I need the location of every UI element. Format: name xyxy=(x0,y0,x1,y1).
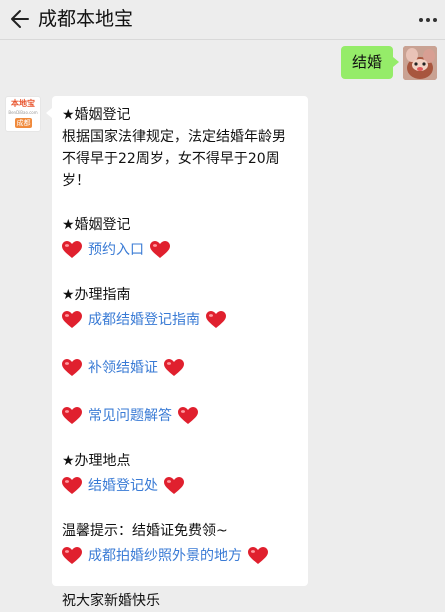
bot-logo-subtext: BenDiBao.com xyxy=(8,110,38,115)
bot-logo-badge: 成都 xyxy=(15,118,32,128)
faq-link[interactable]: 常见问题解答 xyxy=(88,405,172,427)
heart-icon xyxy=(62,359,82,376)
reissue-link[interactable]: 补领结婚证 xyxy=(88,357,158,379)
back-arrow-icon[interactable] xyxy=(8,7,30,31)
guide-link[interactable]: 成都结婚登记指南 xyxy=(88,309,200,331)
office-link[interactable]: 结婚登记处 xyxy=(88,475,158,497)
user-avatar-image xyxy=(403,46,437,80)
office-link-row: 结婚登记处 xyxy=(62,472,298,500)
incoming-bubble: ★婚姻登记 根据国家法律规定，法定结婚年龄男不得早于22周岁，女不得早于20周岁… xyxy=(46,96,308,609)
photo-link-row: 成都拍婚纱照外景的地方 xyxy=(62,542,298,570)
tip-text: 温馨提示：结婚证免费领~ xyxy=(62,523,228,539)
photo-link[interactable]: 成都拍婚纱照外景的地方 xyxy=(88,545,242,567)
heart-icon xyxy=(248,547,268,564)
heart-icon xyxy=(62,407,82,424)
outgoing-message: 结婚 xyxy=(340,46,437,80)
user-avatar[interactable] xyxy=(403,46,437,80)
guide-link-row: 成都结婚登记指南 xyxy=(62,306,298,334)
chat-header: 成都本地宝 xyxy=(0,0,445,40)
section-title-location: ★办理地点 xyxy=(62,453,131,469)
heart-icon xyxy=(62,241,82,258)
closing-text: 祝大家新婚快乐 xyxy=(62,593,160,609)
section-title-registration: ★婚姻登记 xyxy=(62,107,131,123)
more-dots-icon[interactable] xyxy=(417,14,439,26)
heart-icon xyxy=(62,477,82,494)
section-title-guide: ★办理指南 xyxy=(62,287,131,303)
heart-icon xyxy=(178,407,198,424)
chat-title: 成都本地宝 xyxy=(38,8,134,30)
heart-icon xyxy=(150,241,170,258)
reissue-link-row: 补领结婚证 xyxy=(62,354,298,382)
heart-icon xyxy=(62,547,82,564)
booking-link[interactable]: 预约入口 xyxy=(88,239,144,261)
heart-icon xyxy=(164,477,184,494)
section-title-registration-2: ★婚姻登记 xyxy=(62,217,131,233)
faq-link-row: 常见问题解答 xyxy=(62,402,298,430)
outgoing-bubble[interactable]: 结婚 xyxy=(340,46,400,79)
heart-icon xyxy=(206,311,226,328)
bot-avatar[interactable]: 本地宝 BenDiBao.com 成都 xyxy=(5,96,41,132)
booking-link-row: 预约入口 xyxy=(62,236,298,264)
bot-logo-text: 本地宝 xyxy=(11,99,35,108)
heart-icon xyxy=(62,311,82,328)
law-text: 根据国家法律规定，法定结婚年龄男不得早于22周岁，女不得早于20周岁！ xyxy=(62,129,286,189)
heart-icon xyxy=(164,359,184,376)
